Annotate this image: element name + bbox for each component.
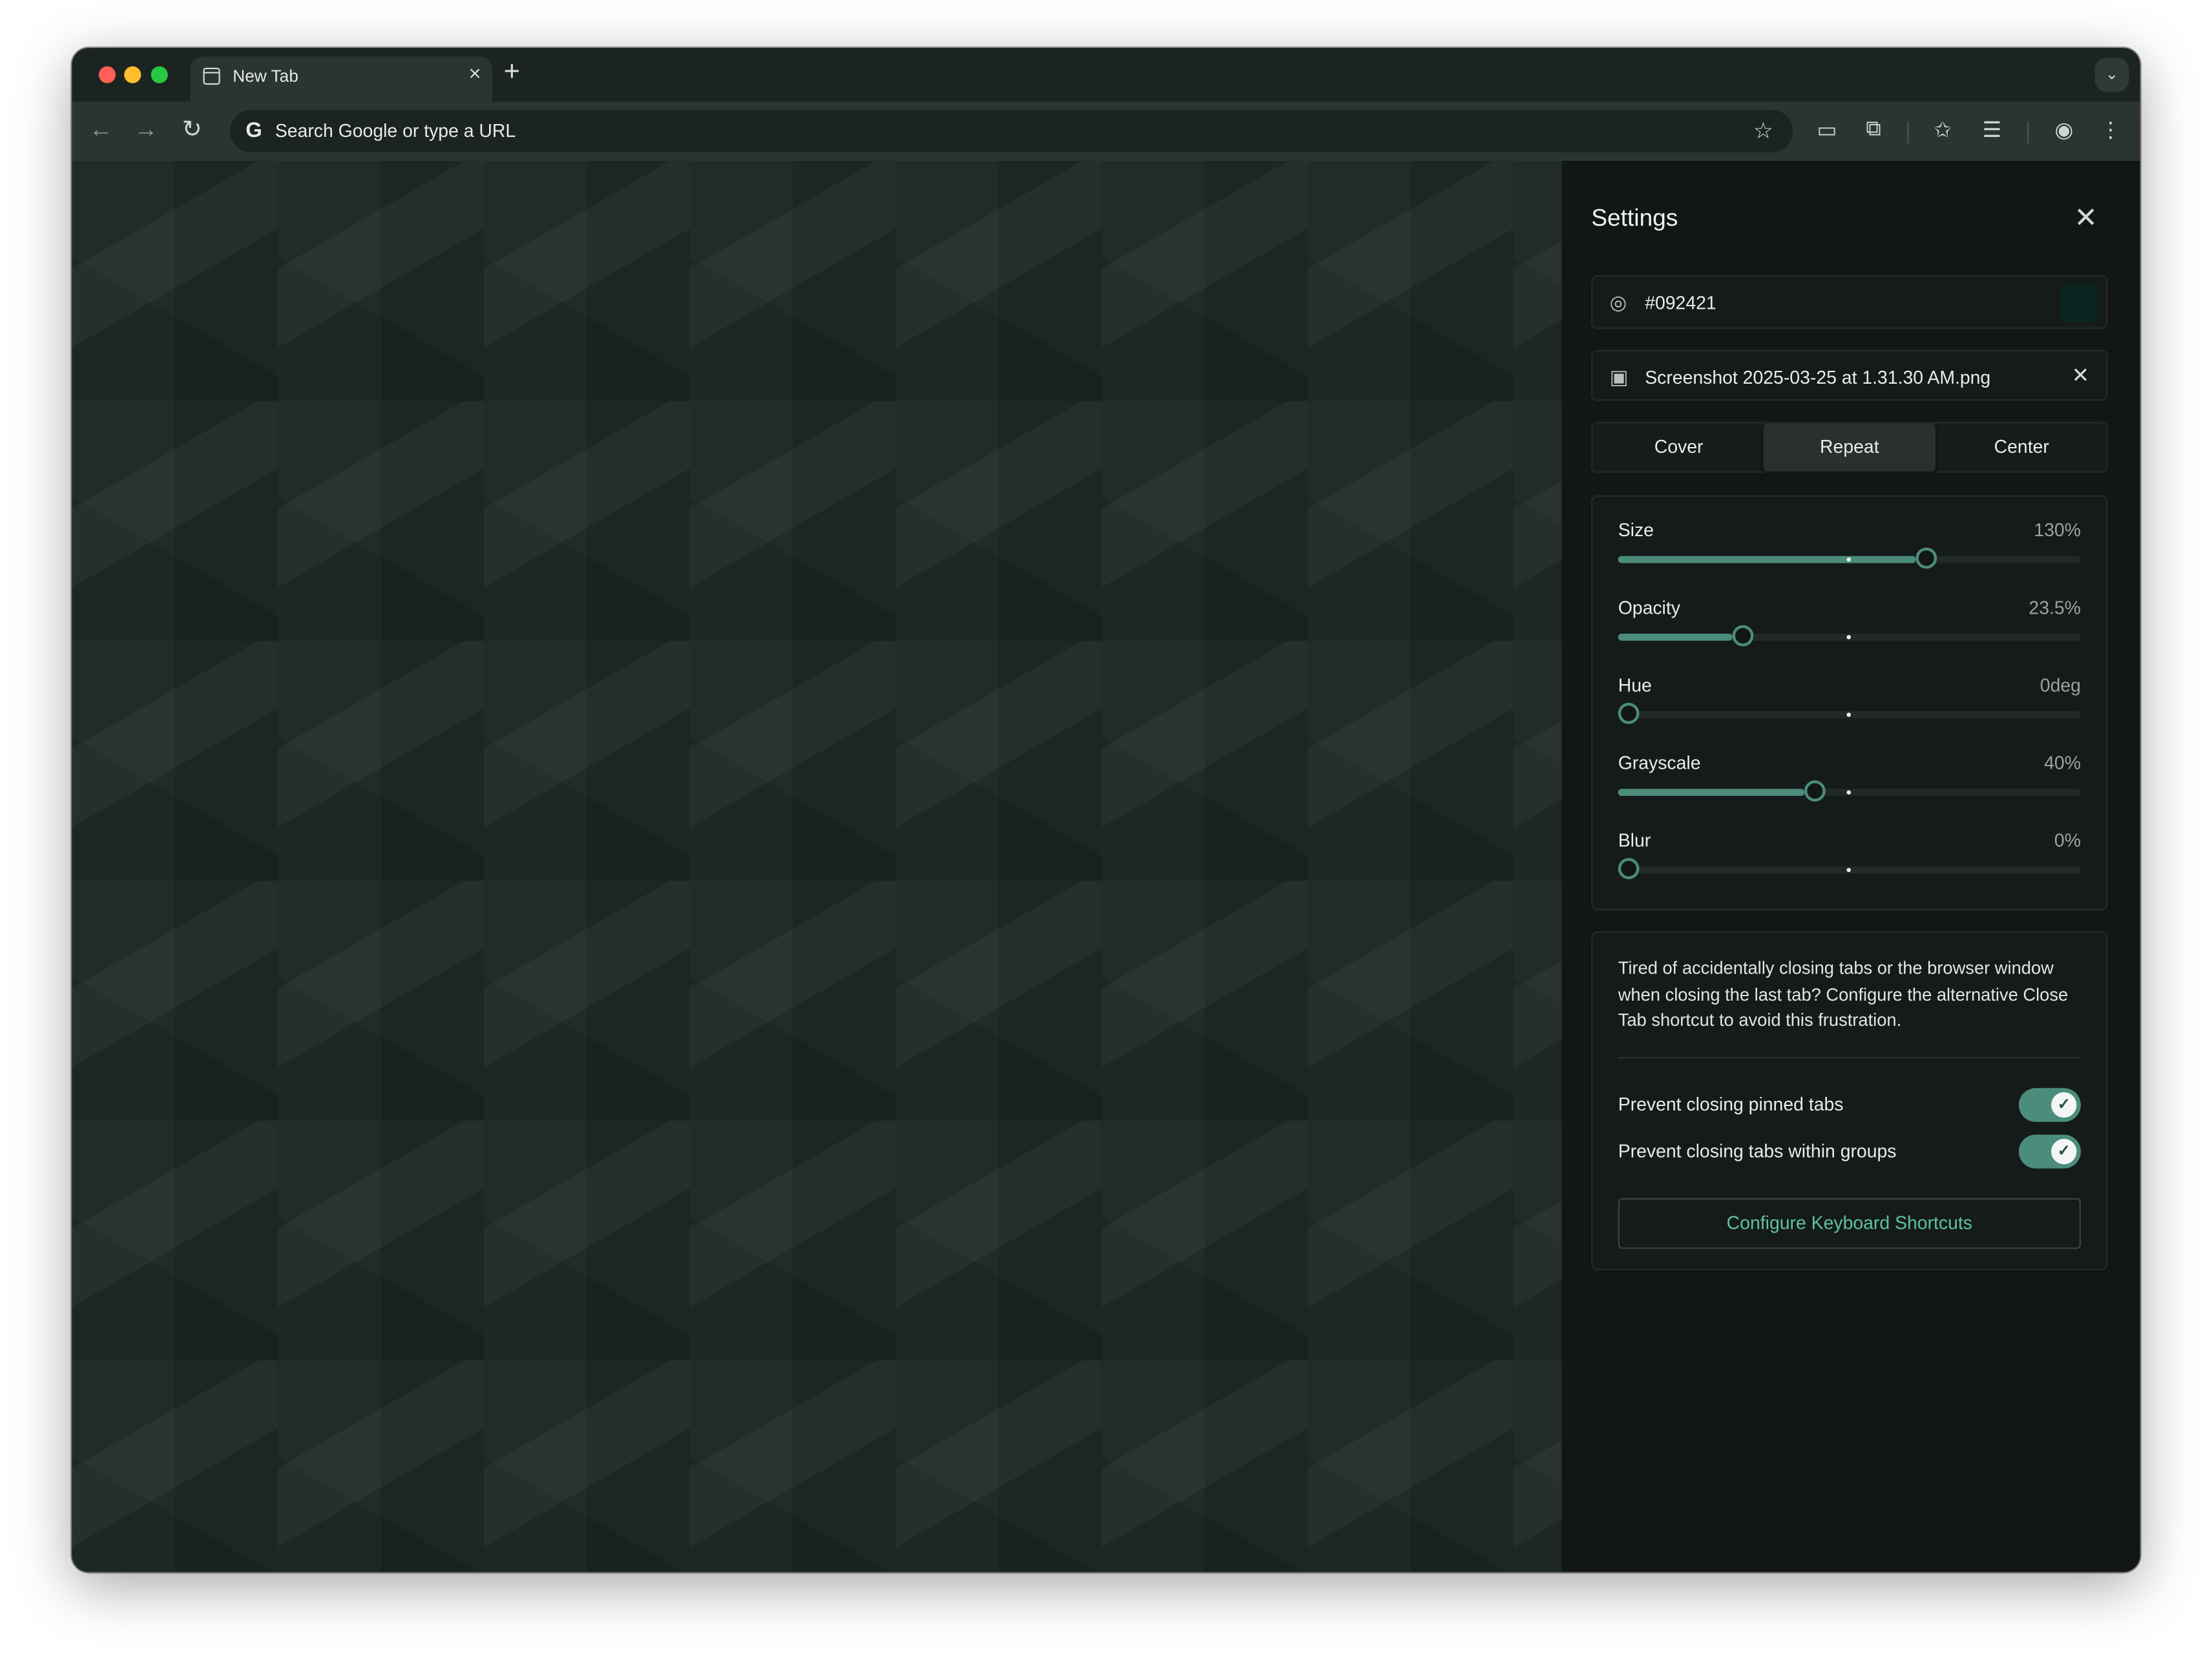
slider-center-mark — [1846, 713, 1852, 717]
slider-center-mark — [1846, 790, 1852, 795]
slider-track[interactable] — [1618, 780, 2081, 802]
address-bar-placeholder: Search Google or type a URL — [275, 120, 516, 141]
tab-close-icon[interactable]: × — [469, 62, 481, 86]
background-image-field[interactable]: ▣ Screenshot 2025-03-25 at 1.31.30 AM.pn… — [1591, 349, 2108, 401]
bookmarks-icon[interactable]: ✩ — [1928, 117, 1957, 142]
color-value: #092421 — [1645, 292, 1716, 313]
browser-toolbar: ← → ↻ G Search Google or type a URL ☆ ▭ … — [72, 101, 2140, 163]
extensions-puzzle-icon[interactable]: ⧉ — [1859, 117, 1888, 141]
slider-fill — [1618, 789, 1805, 797]
slider-track[interactable] — [1618, 625, 2081, 647]
slider-center-mark — [1846, 868, 1852, 873]
blur-slider[interactable]: Blur 0% — [1618, 829, 2081, 900]
slider-value: 40% — [2044, 752, 2081, 774]
reload-icon[interactable]: ↻ — [182, 116, 202, 144]
close-window-button[interactable] — [98, 66, 116, 83]
slider-thumb[interactable] — [1618, 702, 1640, 724]
checkmark-icon: ✓ — [2051, 1138, 2077, 1165]
slider-value: 0deg — [2040, 674, 2081, 696]
image-adjustments: Size 130% Opacity 23.5% Hue 0deg Graysca… — [1591, 495, 2108, 911]
toolbar-divider — [2027, 121, 2029, 144]
fit-option-center[interactable]: Center — [1936, 423, 2107, 471]
profile-avatar-icon[interactable]: ◉ — [2050, 117, 2078, 142]
slider-track[interactable] — [1618, 858, 2081, 879]
forward-arrow-icon[interactable]: → — [134, 116, 158, 144]
background-color-field[interactable]: ◎ #092421 — [1591, 275, 2108, 329]
image-icon: ▣ — [1609, 365, 1629, 388]
slider-track[interactable] — [1618, 702, 2081, 724]
address-bar[interactable]: G Search Google or type a URL ☆ — [229, 110, 1793, 152]
color-swatch[interactable] — [2061, 285, 2098, 322]
tab-title: New Tab — [233, 66, 298, 87]
new-tab-background — [72, 161, 1562, 1572]
palette-icon: ◎ — [1609, 291, 1627, 313]
slider-label: Hue — [1618, 674, 1652, 696]
settings-close-icon[interactable]: ✕ — [2074, 200, 2098, 236]
slider-center-mark — [1846, 635, 1852, 640]
bookmark-star-icon[interactable]: ☆ — [1753, 117, 1773, 145]
tab-search-chevron-icon[interactable]: ⌄ — [2094, 57, 2129, 92]
slider-value: 23.5% — [2029, 597, 2081, 618]
configure-shortcuts-button[interactable]: Configure Keyboard Shortcuts — [1618, 1198, 2081, 1249]
checkmark-icon: ✓ — [2051, 1092, 2077, 1118]
fit-option-repeat[interactable]: Repeat — [1763, 423, 1936, 472]
grouped-tabs-toggle-row: Prevent closing tabs within groups ✓ — [1618, 1134, 2081, 1169]
tab-new-tab[interactable]: New Tab × — [190, 56, 493, 102]
size-slider[interactable]: Size 130% — [1618, 519, 2081, 590]
more-menu-icon[interactable]: ⋮ — [2096, 117, 2125, 142]
slider-track[interactable] — [1618, 547, 2081, 569]
close-tab-description: Tired of accidentally closing tabs or th… — [1618, 958, 2069, 1030]
slider-thumb[interactable] — [1804, 780, 1826, 802]
minimize-window-button[interactable] — [124, 66, 141, 83]
tab-strip: New Tab × + ⌄ — [72, 48, 2140, 102]
toggle-label: Prevent closing tabs within groups — [1618, 1140, 1897, 1162]
slider-label: Size — [1618, 519, 1654, 541]
slider-value: 0% — [2054, 829, 2081, 851]
slider-label: Grayscale — [1618, 752, 1701, 774]
toolbar-divider — [1907, 121, 1909, 144]
opacity-slider[interactable]: Opacity 23.5% — [1618, 597, 2081, 667]
toggle-label: Prevent closing pinned tabs — [1618, 1093, 1844, 1115]
slider-label: Opacity — [1618, 597, 1680, 618]
side-panel-icon[interactable]: ▭ — [1813, 117, 1841, 142]
maximize-window-button[interactable] — [151, 66, 168, 83]
google-icon: G — [245, 118, 262, 143]
browser-window: New Tab × + ⌄ ← → ↻ G Search Google or t… — [72, 48, 2140, 1572]
slider-value: 130% — [2034, 519, 2081, 541]
image-file-name: Screenshot 2025-03-25 at 1.31.30 AM.png — [1645, 366, 1991, 388]
close-tab-protection: Tired of accidentally closing tabs or th… — [1591, 931, 2108, 1271]
image-fit-selector: Cover Repeat Center — [1591, 422, 2108, 473]
settings-title: Settings — [1591, 204, 1678, 232]
pinned-tabs-toggle-row: Prevent closing pinned tabs ✓ — [1618, 1088, 2081, 1122]
back-arrow-icon[interactable]: ← — [89, 116, 113, 144]
pinned-tabs-toggle[interactable]: ✓ — [2018, 1088, 2081, 1122]
remove-image-icon[interactable]: ✕ — [2072, 362, 2089, 388]
slider-thumb[interactable] — [1915, 547, 1937, 569]
slider-thumb[interactable] — [1618, 858, 1640, 879]
divider — [1618, 1057, 2081, 1059]
hue-slider[interactable]: Hue 0deg — [1618, 674, 2081, 745]
reading-list-icon[interactable]: ☰ — [1978, 117, 2007, 142]
slider-label: Blur — [1618, 829, 1651, 851]
grouped-tabs-toggle[interactable]: ✓ — [2018, 1134, 2081, 1169]
fit-option-cover[interactable]: Cover — [1592, 423, 1764, 471]
settings-panel: Settings ✕ ◎ #092421 ▣ Screenshot 2025-0… — [1561, 161, 2140, 1572]
slider-center-mark — [1846, 557, 1852, 562]
slider-thumb[interactable] — [1732, 625, 1754, 647]
slider-fill — [1618, 556, 1916, 563]
slider-fill — [1618, 633, 1733, 641]
new-tab-button[interactable]: + — [504, 56, 521, 89]
grayscale-slider[interactable]: Grayscale 40% — [1618, 752, 2081, 822]
tab-page-icon — [203, 67, 220, 85]
